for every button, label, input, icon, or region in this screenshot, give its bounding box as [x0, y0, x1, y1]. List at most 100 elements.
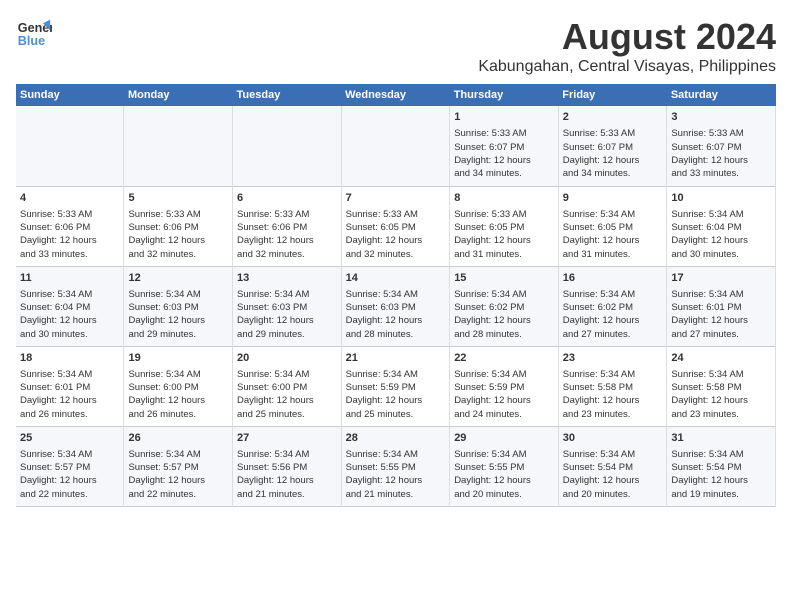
day-number: 28: [346, 431, 446, 446]
calendar-cell: 21 Sunrise: 5:34 AM Sunset: 5:59 PM Dayli…: [341, 346, 450, 426]
day-info: Sunrise: 5:34 AM Sunset: 6:05 PM Dayligh…: [563, 208, 663, 261]
day-number: 5: [128, 191, 228, 206]
day-info: Sunrise: 5:34 AM Sunset: 6:01 PM Dayligh…: [20, 368, 119, 421]
day-number: 23: [563, 351, 663, 366]
week-row: 18 Sunrise: 5:34 AM Sunset: 6:01 PM Dayli…: [16, 346, 776, 426]
calendar-cell: 6 Sunrise: 5:33 AM Sunset: 6:06 PM Daylig…: [233, 186, 342, 266]
day-info: Sunrise: 5:33 AM Sunset: 6:06 PM Dayligh…: [128, 208, 228, 261]
day-number: 8: [454, 191, 554, 206]
day-info: Sunrise: 5:34 AM Sunset: 6:03 PM Dayligh…: [346, 288, 446, 341]
week-row: 1 Sunrise: 5:33 AM Sunset: 6:07 PM Daylig…: [16, 106, 776, 186]
day-number: 15: [454, 271, 554, 286]
day-number: 4: [20, 191, 119, 206]
day-info: Sunrise: 5:34 AM Sunset: 5:58 PM Dayligh…: [671, 368, 771, 421]
day-info: Sunrise: 5:34 AM Sunset: 5:54 PM Dayligh…: [671, 448, 771, 501]
calendar-cell: 23 Sunrise: 5:34 AM Sunset: 5:58 PM Dayli…: [558, 346, 667, 426]
day-info: Sunrise: 5:34 AM Sunset: 5:57 PM Dayligh…: [128, 448, 228, 501]
calendar-cell: 27Sunrise: 5:34 AM Sunset: 5:56 PM Dayli…: [233, 426, 342, 506]
day-number: 17: [671, 271, 771, 286]
calendar-cell: [233, 106, 342, 186]
calendar-cell: 9 Sunrise: 5:34 AM Sunset: 6:05 PM Daylig…: [558, 186, 667, 266]
svg-text:Blue: Blue: [18, 34, 45, 48]
calendar-header: SundayMondayTuesdayWednesdayThursdayFrid…: [16, 84, 776, 106]
calendar-cell: 12 Sunrise: 5:34 AM Sunset: 6:03 PM Dayli…: [124, 266, 233, 346]
calendar-cell: 10Sunrise: 5:34 AM Sunset: 6:04 PM Dayli…: [667, 186, 776, 266]
day-info: Sunrise: 5:34 AM Sunset: 6:02 PM Dayligh…: [563, 288, 663, 341]
day-info: Sunrise: 5:34 AM Sunset: 5:58 PM Dayligh…: [563, 368, 663, 421]
day-number: 16: [563, 271, 663, 286]
day-number: 31: [671, 431, 771, 446]
day-info: Sunrise: 5:34 AM Sunset: 6:03 PM Dayligh…: [237, 288, 337, 341]
calendar-cell: [16, 106, 124, 186]
day-number: 19: [128, 351, 228, 366]
subtitle: Kabungahan, Central Visayas, Philippines: [478, 58, 776, 76]
calendar-cell: 2 Sunrise: 5:33 AM Sunset: 6:07 PM Daylig…: [558, 106, 667, 186]
day-info: Sunrise: 5:34 AM Sunset: 6:01 PM Dayligh…: [671, 288, 771, 341]
day-number: 27: [237, 431, 337, 446]
title-area: August 2024 Kabungahan, Central Visayas,…: [478, 16, 776, 76]
day-info: Sunrise: 5:34 AM Sunset: 5:55 PM Dayligh…: [346, 448, 446, 501]
header-day-wednesday: Wednesday: [341, 84, 450, 106]
header-day-monday: Monday: [124, 84, 233, 106]
week-row: 11Sunrise: 5:34 AM Sunset: 6:04 PM Dayli…: [16, 266, 776, 346]
day-number: 18: [20, 351, 119, 366]
day-number: 6: [237, 191, 337, 206]
calendar-cell: 20 Sunrise: 5:34 AM Sunset: 6:00 PM Dayli…: [233, 346, 342, 426]
calendar-cell: [341, 106, 450, 186]
day-info: Sunrise: 5:34 AM Sunset: 5:57 PM Dayligh…: [20, 448, 119, 501]
day-info: Sunrise: 5:34 AM Sunset: 5:59 PM Dayligh…: [346, 368, 446, 421]
day-number: 25: [20, 431, 119, 446]
header-row: SundayMondayTuesdayWednesdayThursdayFrid…: [16, 84, 776, 106]
day-number: 12: [128, 271, 228, 286]
day-number: 29: [454, 431, 554, 446]
calendar-cell: 22Sunrise: 5:34 AM Sunset: 5:59 PM Dayli…: [450, 346, 559, 426]
calendar-cell: 31 Sunrise: 5:34 AM Sunset: 5:54 PM Dayli…: [667, 426, 776, 506]
calendar-cell: 8 Sunrise: 5:33 AM Sunset: 6:05 PM Daylig…: [450, 186, 559, 266]
day-info: Sunrise: 5:34 AM Sunset: 5:54 PM Dayligh…: [563, 448, 663, 501]
calendar-cell: 19 Sunrise: 5:34 AM Sunset: 6:00 PM Dayli…: [124, 346, 233, 426]
calendar-cell: 26 Sunrise: 5:34 AM Sunset: 5:57 PM Dayli…: [124, 426, 233, 506]
day-info: Sunrise: 5:33 AM Sunset: 6:07 PM Dayligh…: [563, 127, 663, 180]
calendar-cell: [124, 106, 233, 186]
calendar-cell: 11Sunrise: 5:34 AM Sunset: 6:04 PM Dayli…: [16, 266, 124, 346]
calendar-cell: 29 Sunrise: 5:34 AM Sunset: 5:55 PM Dayli…: [450, 426, 559, 506]
day-info: Sunrise: 5:33 AM Sunset: 6:06 PM Dayligh…: [20, 208, 119, 261]
logo: General Blue: [16, 16, 52, 52]
calendar-cell: 3 Sunrise: 5:33 AM Sunset: 6:07 PM Daylig…: [667, 106, 776, 186]
day-info: Sunrise: 5:33 AM Sunset: 6:06 PM Dayligh…: [237, 208, 337, 261]
calendar-cell: 15 Sunrise: 5:34 AM Sunset: 6:02 PM Dayli…: [450, 266, 559, 346]
day-number: 10: [671, 191, 771, 206]
calendar-cell: 14Sunrise: 5:34 AM Sunset: 6:03 PM Dayli…: [341, 266, 450, 346]
calendar-cell: 25 Sunrise: 5:34 AM Sunset: 5:57 PM Dayli…: [16, 426, 124, 506]
day-info: Sunrise: 5:34 AM Sunset: 6:00 PM Dayligh…: [128, 368, 228, 421]
header-day-thursday: Thursday: [450, 84, 559, 106]
day-number: 20: [237, 351, 337, 366]
logo-icon: General Blue: [16, 16, 52, 52]
day-number: 1: [454, 110, 554, 125]
day-info: Sunrise: 5:34 AM Sunset: 6:02 PM Dayligh…: [454, 288, 554, 341]
day-info: Sunrise: 5:34 AM Sunset: 5:55 PM Dayligh…: [454, 448, 554, 501]
day-number: 2: [563, 110, 663, 125]
main-title: August 2024: [478, 16, 776, 58]
header-day-saturday: Saturday: [667, 84, 776, 106]
header-day-sunday: Sunday: [16, 84, 124, 106]
day-number: 30: [563, 431, 663, 446]
calendar-cell: 5 Sunrise: 5:33 AM Sunset: 6:06 PM Daylig…: [124, 186, 233, 266]
day-info: Sunrise: 5:33 AM Sunset: 6:07 PM Dayligh…: [671, 127, 771, 180]
day-number: 21: [346, 351, 446, 366]
day-info: Sunrise: 5:33 AM Sunset: 6:07 PM Dayligh…: [454, 127, 554, 180]
header: General Blue August 2024 Kabungahan, Cen…: [16, 16, 776, 76]
day-info: Sunrise: 5:33 AM Sunset: 6:05 PM Dayligh…: [346, 208, 446, 261]
calendar-cell: 17 Sunrise: 5:34 AM Sunset: 6:01 PM Dayli…: [667, 266, 776, 346]
day-number: 9: [563, 191, 663, 206]
week-row: 4 Sunrise: 5:33 AM Sunset: 6:06 PM Daylig…: [16, 186, 776, 266]
day-number: 22: [454, 351, 554, 366]
day-number: 24: [671, 351, 771, 366]
day-number: 3: [671, 110, 771, 125]
day-info: Sunrise: 5:34 AM Sunset: 6:00 PM Dayligh…: [237, 368, 337, 421]
day-info: Sunrise: 5:34 AM Sunset: 6:03 PM Dayligh…: [128, 288, 228, 341]
calendar-cell: 28 Sunrise: 5:34 AM Sunset: 5:55 PM Dayli…: [341, 426, 450, 506]
day-number: 26: [128, 431, 228, 446]
calendar-cell: 16 Sunrise: 5:34 AM Sunset: 6:02 PM Dayli…: [558, 266, 667, 346]
day-info: Sunrise: 5:33 AM Sunset: 6:05 PM Dayligh…: [454, 208, 554, 261]
